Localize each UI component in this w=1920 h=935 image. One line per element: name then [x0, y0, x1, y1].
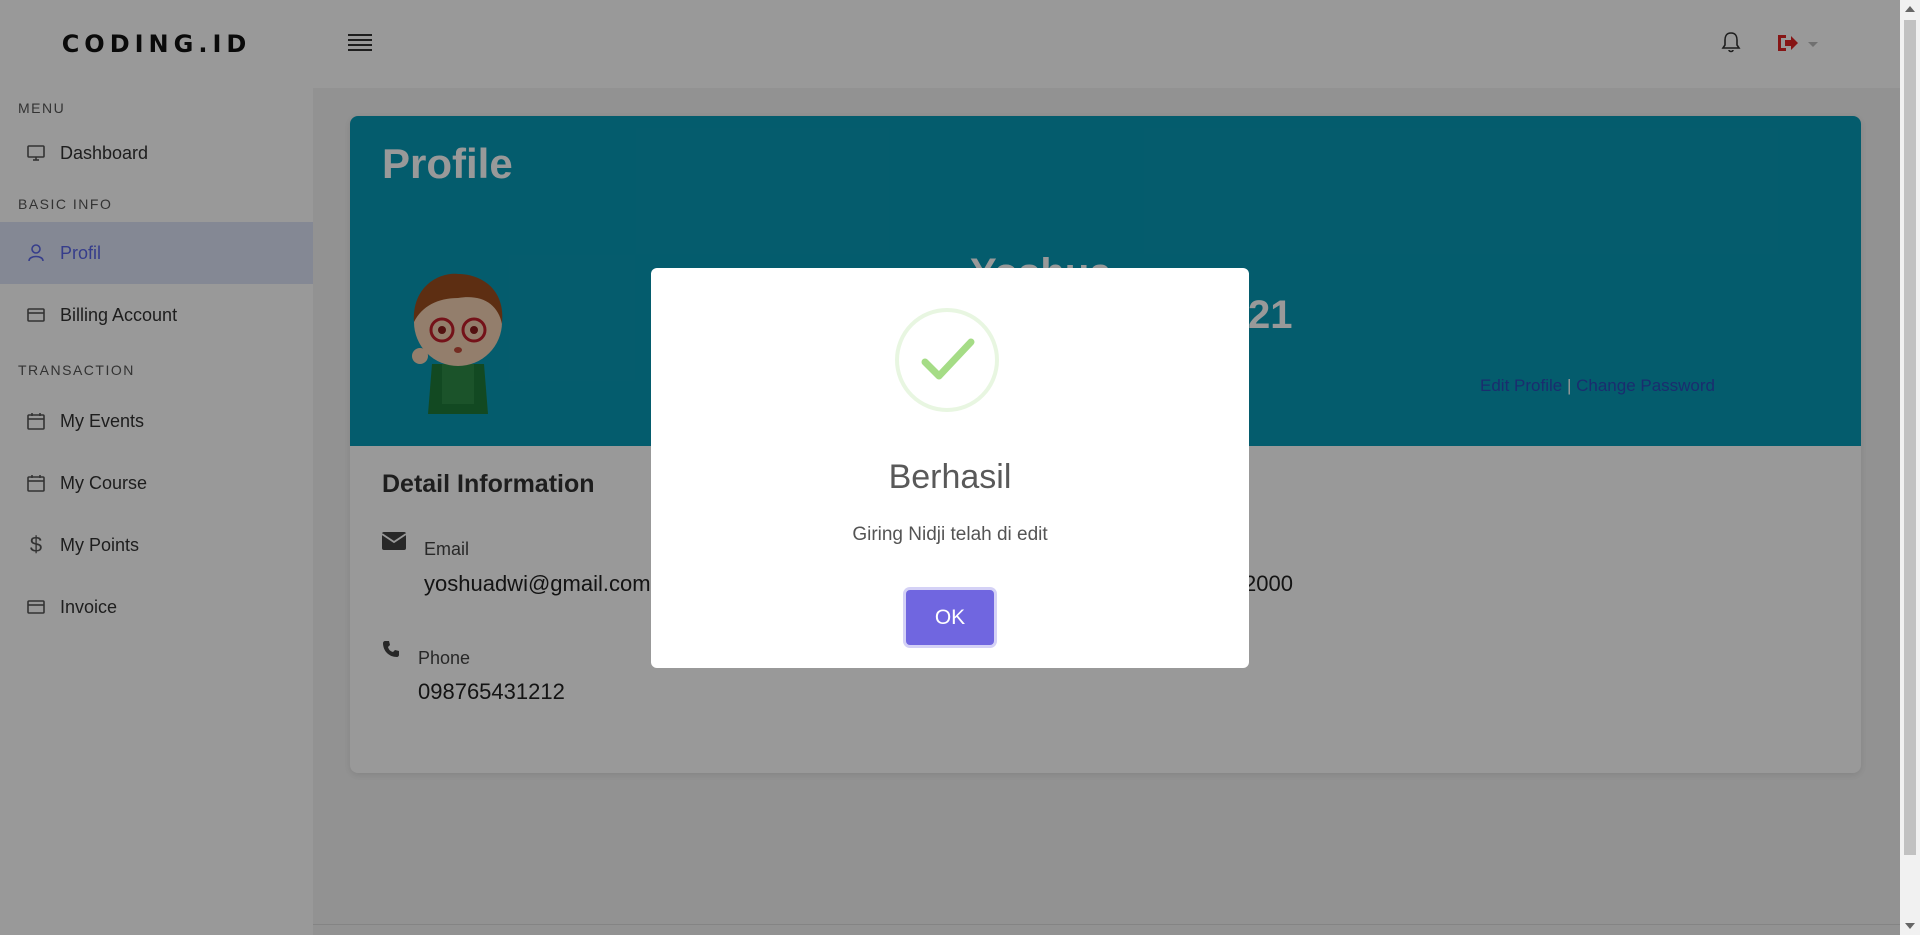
- success-dialog: Berhasil Giring Nidji telah di edit OK: [651, 268, 1249, 668]
- scrollbar-thumb[interactable]: [1904, 20, 1916, 855]
- scroll-up-arrow-icon[interactable]: [1905, 6, 1915, 12]
- dialog-message: Giring Nidji telah di edit: [852, 524, 1048, 545]
- dialog-title: Berhasil: [888, 458, 1012, 496]
- success-check-icon: [895, 308, 999, 412]
- scroll-down-arrow-icon[interactable]: [1905, 923, 1915, 929]
- ok-button[interactable]: OK: [906, 590, 994, 645]
- scrollbar[interactable]: [1900, 0, 1920, 935]
